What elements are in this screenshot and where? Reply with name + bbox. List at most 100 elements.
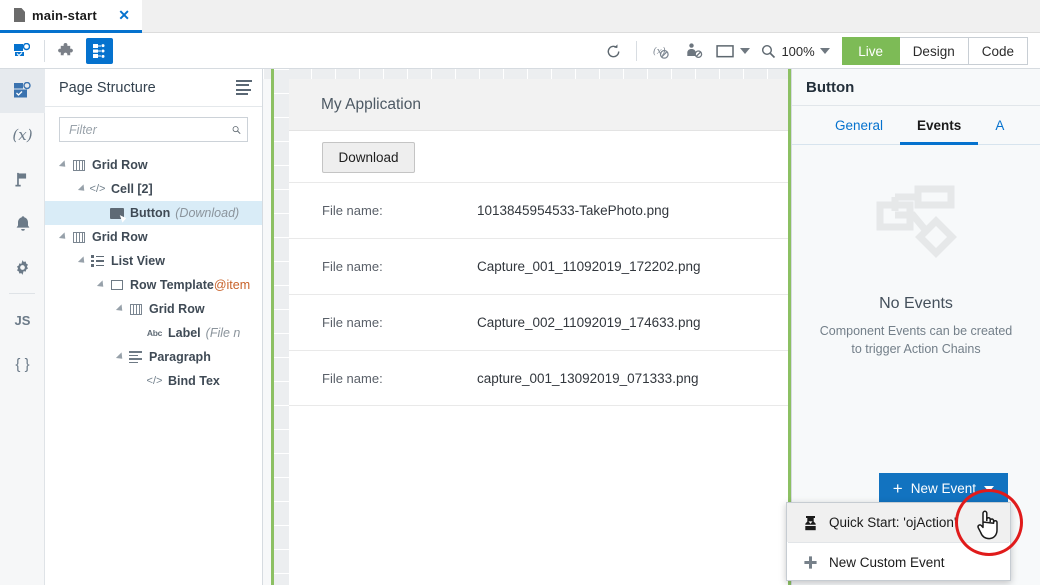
rail-divider	[9, 293, 35, 294]
design-canvas: My Application Download File name: 101384…	[263, 69, 791, 585]
app-header: My Application	[289, 79, 788, 131]
chevron-down-icon	[740, 48, 751, 54]
file-name-label: File name:	[322, 203, 383, 218]
tree-item-paragraph[interactable]: Paragraph	[45, 345, 262, 369]
zoom-selector[interactable]: 100%	[755, 44, 835, 59]
events-bell-icon	[16, 215, 29, 231]
tab-events[interactable]: Events	[900, 108, 979, 145]
page-structure-panel: Page Structure Grid Row </> Cell [2] Button…	[45, 69, 263, 585]
properties-header: Button	[792, 69, 1040, 106]
tab-general[interactable]: General	[818, 108, 900, 145]
rail-item-json[interactable]: { }	[0, 342, 45, 386]
grid-row-icon	[70, 231, 87, 243]
editor-tab-main-start[interactable]: main-start ✕	[0, 0, 142, 33]
rail-item-events[interactable]	[0, 201, 45, 245]
component-tree: Grid Row </> Cell [2] Button (Download) Grid …	[45, 150, 262, 393]
page-designer-window: main-start ✕ (x) 100% Live Design Code (…	[0, 0, 1040, 585]
tree-item-grid-row[interactable]: Grid Row	[45, 225, 262, 249]
toolbar-divider	[44, 40, 45, 62]
tree-item-label: Label	[168, 326, 201, 340]
tree-item-label: List View	[111, 254, 165, 268]
zoom-level-label: 100%	[781, 43, 815, 59]
code-cell-icon: </>	[89, 183, 106, 195]
tree-item-list-view[interactable]: List View	[45, 249, 262, 273]
tree-item-label: Bind Tex	[168, 374, 220, 388]
expand-twisty-icon[interactable]	[57, 160, 70, 170]
view-mode-group: Live Design Code	[841, 37, 1028, 65]
file-name-value: 1013845954533-TakePhoto.png	[477, 203, 670, 218]
menu-item-quick-start-label: Quick Start: 'ojAction'	[829, 515, 957, 530]
plus-icon	[804, 556, 817, 569]
search-input[interactable]	[69, 122, 232, 137]
rail-item-page-designer[interactable]	[0, 69, 45, 113]
tree-item-grid-row[interactable]: Grid Row	[45, 153, 262, 177]
user-settings-icon[interactable]	[677, 36, 711, 66]
editor-tab-label: main-start	[32, 7, 97, 23]
toolbar-right-group: (x) 100% Live Design Code	[596, 33, 1040, 69]
empty-state-description: Component Events can be created to trigg…	[800, 322, 1032, 358]
paragraph-icon	[127, 351, 144, 363]
button-icon	[108, 207, 125, 219]
empty-desc-line2: to trigger Action Chains	[851, 342, 981, 357]
tree-item-bind-tex[interactable]: </> Bind Tex	[45, 369, 262, 393]
expand-twisty-icon[interactable]	[114, 352, 127, 362]
tree-item-row-template[interactable]: Row Template @item	[45, 273, 262, 297]
app-title: My Application	[321, 95, 421, 113]
rail-item-javascript[interactable]: JS	[0, 298, 45, 342]
row-template-icon	[108, 280, 125, 290]
tree-item-label: Row Template	[130, 278, 214, 292]
tree-item-label: Grid Row	[92, 158, 148, 172]
download-button[interactable]: Download	[322, 142, 415, 173]
expand-twisty-icon[interactable]	[95, 280, 108, 290]
components-puzzle-icon[interactable]	[52, 38, 79, 64]
rail-item-flow[interactable]	[0, 157, 45, 201]
javascript-icon: JS	[14, 312, 31, 328]
file-name-value: Capture_001_11092019_172202.png	[477, 259, 701, 274]
code-cell-icon: </>	[146, 375, 163, 387]
tree-item-label[interactable]: Abc Label (File n	[45, 321, 262, 345]
file-name-value: capture_001_13092019_071333.png	[477, 370, 699, 386]
toolbar-left-group	[0, 33, 140, 69]
menu-item-new-custom-event-label: New Custom Event	[829, 555, 945, 570]
canvas-ruler-vertical	[271, 69, 289, 585]
tree-item-label: Grid Row	[149, 302, 205, 316]
rail-item-variables[interactable]: (x)	[0, 113, 45, 157]
file-row: File name: capture_001_13092019_071333.pn…	[289, 350, 788, 406]
designer-toolbar: (x) 100% Live Design Code	[0, 33, 1040, 69]
app-body: Download File name: 1013845954533-TakePho…	[289, 131, 788, 406]
variables-disabled-icon[interactable]: (x)	[643, 36, 677, 66]
search-icon	[762, 44, 776, 58]
expand-twisty-icon[interactable]	[76, 256, 89, 266]
page-structure-icon[interactable]	[86, 38, 113, 64]
expand-twisty-icon[interactable]	[76, 184, 89, 194]
action-chain-illustration-icon	[862, 185, 970, 265]
device-preview-selector[interactable]	[711, 44, 755, 59]
menu-hamburger-icon[interactable]	[236, 79, 252, 96]
chevron-down-icon	[819, 48, 830, 54]
mode-code-button[interactable]: Code	[968, 37, 1028, 65]
filter-container	[45, 107, 262, 150]
file-name-label: File name:	[322, 370, 383, 386]
grid-row-icon	[70, 159, 87, 171]
page-designer-icon	[14, 82, 31, 98]
tree-item-grid-row[interactable]: Grid Row	[45, 297, 262, 321]
tree-item-button[interactable]: Button (Download)	[45, 201, 262, 225]
tab-all[interactable]: A	[978, 108, 1021, 145]
empty-desc-line1: Component Events can be created	[819, 324, 1013, 338]
expand-twisty-icon[interactable]	[114, 304, 127, 314]
tree-item-cell-2[interactable]: </> Cell [2]	[45, 177, 262, 201]
mode-design-button[interactable]: Design	[899, 37, 969, 65]
page-designer-icon[interactable]	[8, 38, 35, 64]
file-row: File name: 1013845954533-TakePhoto.png	[289, 182, 788, 238]
grid-row-icon	[127, 303, 144, 315]
expand-twisty-icon[interactable]	[57, 232, 70, 242]
refresh-icon[interactable]	[596, 36, 630, 66]
filter-box[interactable]	[59, 117, 248, 142]
quick-start-icon	[805, 515, 816, 530]
label-abc-icon: Abc	[146, 328, 163, 338]
rail-item-settings[interactable]	[0, 245, 45, 289]
tree-item-label: Cell [2]	[111, 182, 153, 196]
mode-live-button[interactable]: Live	[841, 37, 900, 65]
close-icon[interactable]: ✕	[114, 6, 134, 24]
toolbar-divider	[636, 41, 638, 61]
